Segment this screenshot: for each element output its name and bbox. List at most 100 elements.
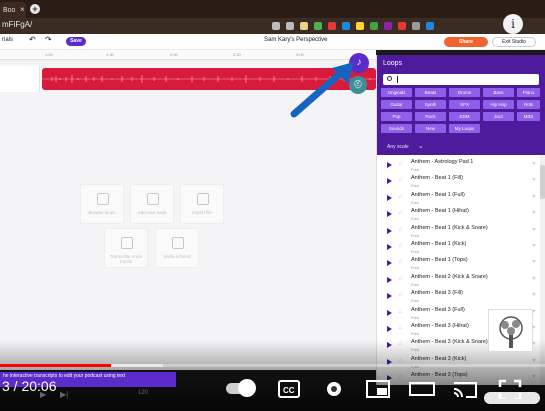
chat-widget[interactable]: [484, 392, 540, 404]
close-icon[interactable]: ×: [20, 5, 25, 14]
category-chip[interactable]: EDM: [449, 112, 480, 121]
category-chip[interactable]: Synth: [415, 100, 446, 109]
heart-icon[interactable]: ♥: [532, 177, 536, 183]
import-file-tile[interactable]: Import file: [180, 184, 224, 224]
category-chip[interactable]: My Loops: [449, 124, 480, 133]
project-title[interactable]: Sam Kary's Perspective: [264, 37, 328, 43]
category-chip[interactable]: Bass: [483, 88, 514, 97]
play-icon[interactable]: [387, 293, 392, 300]
address-bar[interactable]: mFiFgA/: [0, 18, 545, 34]
loop-item[interactable]: ♫ Anthem - Beat 1 (Tops) Free ♥: [377, 256, 539, 272]
play-icon[interactable]: [387, 309, 392, 316]
loop-name: Anthem - Beat 1 (Hihat): [411, 208, 469, 215]
loop-price: Free: [411, 216, 420, 222]
category-chip[interactable]: Beats: [415, 88, 446, 97]
extension-icon[interactable]: [314, 22, 322, 30]
heart-icon[interactable]: ♥: [532, 292, 536, 298]
extension-icon[interactable]: [356, 22, 364, 30]
extension-icon[interactable]: [384, 22, 392, 30]
track-header[interactable]: [0, 66, 40, 92]
heart-icon[interactable]: ♥: [532, 194, 536, 200]
loop-item[interactable]: ♫ Anthem - Beat 1 (Fill) Free ♥: [377, 174, 539, 190]
tutorials-link[interactable]: rials: [2, 37, 13, 43]
heart-icon[interactable]: ♥: [532, 259, 536, 265]
loops-search-input[interactable]: [383, 74, 539, 85]
url-text[interactable]: mFiFgA/: [2, 20, 32, 29]
extension-icon[interactable]: [328, 22, 336, 30]
channel-watermark[interactable]: [488, 309, 533, 352]
heart-icon[interactable]: ♥: [532, 227, 536, 233]
category-chip[interactable]: SFX: [449, 100, 480, 109]
loop-name: Anthem - Beat 3 (Fill): [411, 290, 463, 297]
invite-friend-tile[interactable]: Invite a friend: [155, 228, 199, 268]
category-chip[interactable]: RnB: [517, 100, 540, 109]
loop-price: Free: [411, 298, 420, 304]
loop-item[interactable]: ♫ Anthem - Beat 2 (Kick & Snare) Free ♥: [377, 273, 539, 289]
category-chip[interactable]: Rock: [415, 112, 446, 121]
category-chip[interactable]: Piano: [517, 88, 540, 97]
category-chip[interactable]: Sounds: [381, 124, 412, 133]
autoplay-toggle[interactable]: [226, 379, 258, 399]
category-chip[interactable]: Originals: [381, 88, 412, 97]
star-icon[interactable]: [300, 22, 308, 30]
extension-icon[interactable]: [370, 22, 378, 30]
play-icon[interactable]: [387, 162, 392, 168]
category-chip[interactable]: Drums: [449, 88, 480, 97]
category-chip[interactable]: Jazz: [483, 112, 514, 121]
category-chip[interactable]: New: [415, 124, 446, 133]
loop-price: Free: [411, 249, 420, 254]
extension-icon[interactable]: [412, 22, 420, 30]
loop-name: Anthem - Beat 1 (Fill): [411, 175, 463, 182]
extension-icon[interactable]: [342, 22, 350, 30]
share-button[interactable]: Share: [444, 37, 488, 47]
extension-icon[interactable]: [398, 22, 406, 30]
loop-item[interactable]: ♫ Anthem - Beat 1 (Kick & Snare) Free ♥: [377, 224, 539, 240]
heart-icon[interactable]: ♥: [532, 161, 536, 167]
new-tab-button[interactable]: +: [30, 4, 40, 14]
info-icon[interactable]: i: [503, 14, 523, 34]
exit-studio-button[interactable]: Exit Studio: [492, 37, 536, 47]
extension-icon[interactable]: [426, 22, 434, 30]
loop-item[interactable]: ♫ Anthem - Beat 1 (Kick) Free ♥: [377, 240, 539, 256]
play-icon[interactable]: [387, 227, 392, 234]
category-chip[interactable]: Hip Hop: [483, 100, 514, 109]
captions-icon[interactable]: CC: [278, 379, 300, 399]
timeline-ruler[interactable]: 1:00 1:30 2:00 2:30 3:00: [0, 50, 376, 60]
play-icon[interactable]: [387, 326, 392, 332]
category-chip[interactable]: Guitar: [381, 100, 412, 109]
next-icon[interactable]: ▶|: [60, 390, 68, 399]
loop-item[interactable]: ♫ Anthem - Beat 1 (Full) Free ♥: [377, 191, 539, 207]
play-icon[interactable]: [387, 178, 392, 185]
share-icon[interactable]: [286, 22, 294, 30]
heart-icon[interactable]: ♥: [532, 243, 536, 249]
browse-loops-tile[interactable]: Browse loops: [80, 184, 124, 224]
play-icon[interactable]: [387, 260, 392, 267]
scrollbar-thumb[interactable]: [540, 165, 545, 199]
progress-played[interactable]: [0, 364, 111, 367]
save-button[interactable]: Save: [66, 37, 86, 46]
heart-icon[interactable]: ♥: [532, 276, 536, 282]
redo-icon[interactable]: ↷: [45, 35, 52, 44]
loop-item[interactable]: ♫ Anthem - Beat 1 (Hihat) Free ♥: [377, 207, 539, 223]
cast-icon[interactable]: [452, 379, 478, 399]
play-icon[interactable]: [387, 211, 392, 218]
play-icon[interactable]: [387, 194, 392, 201]
music-note-icon: ♫: [398, 177, 403, 184]
heart-icon[interactable]: ♥: [532, 210, 536, 216]
loop-item[interactable]: ♫ Anthem - Astrology Pad 1 Free ♥: [377, 158, 539, 174]
transcribe-tile[interactable]: Transcribe voice tracks: [104, 228, 148, 268]
undo-icon[interactable]: ↶: [29, 35, 36, 44]
scale-select[interactable]: Any scale: [387, 144, 409, 150]
settings-gear-icon[interactable]: [323, 379, 345, 399]
play-icon[interactable]: [387, 244, 392, 250]
play-icon[interactable]: [387, 276, 392, 283]
mic-icon[interactable]: [272, 22, 280, 30]
loop-item[interactable]: ♫ Anthem - Beat 3 (Fill) Free ♥: [377, 289, 539, 305]
add-track-tile[interactable]: Add new track: [130, 184, 174, 224]
browser-tab[interactable]: Boo ×: [0, 2, 26, 18]
theater-mode-icon[interactable]: [409, 379, 435, 399]
chevron-down-icon[interactable]: ⌄: [418, 142, 424, 150]
category-chip[interactable]: MIDI: [517, 112, 540, 121]
category-chip[interactable]: Pop: [381, 112, 412, 121]
miniplayer-icon[interactable]: [366, 379, 390, 399]
